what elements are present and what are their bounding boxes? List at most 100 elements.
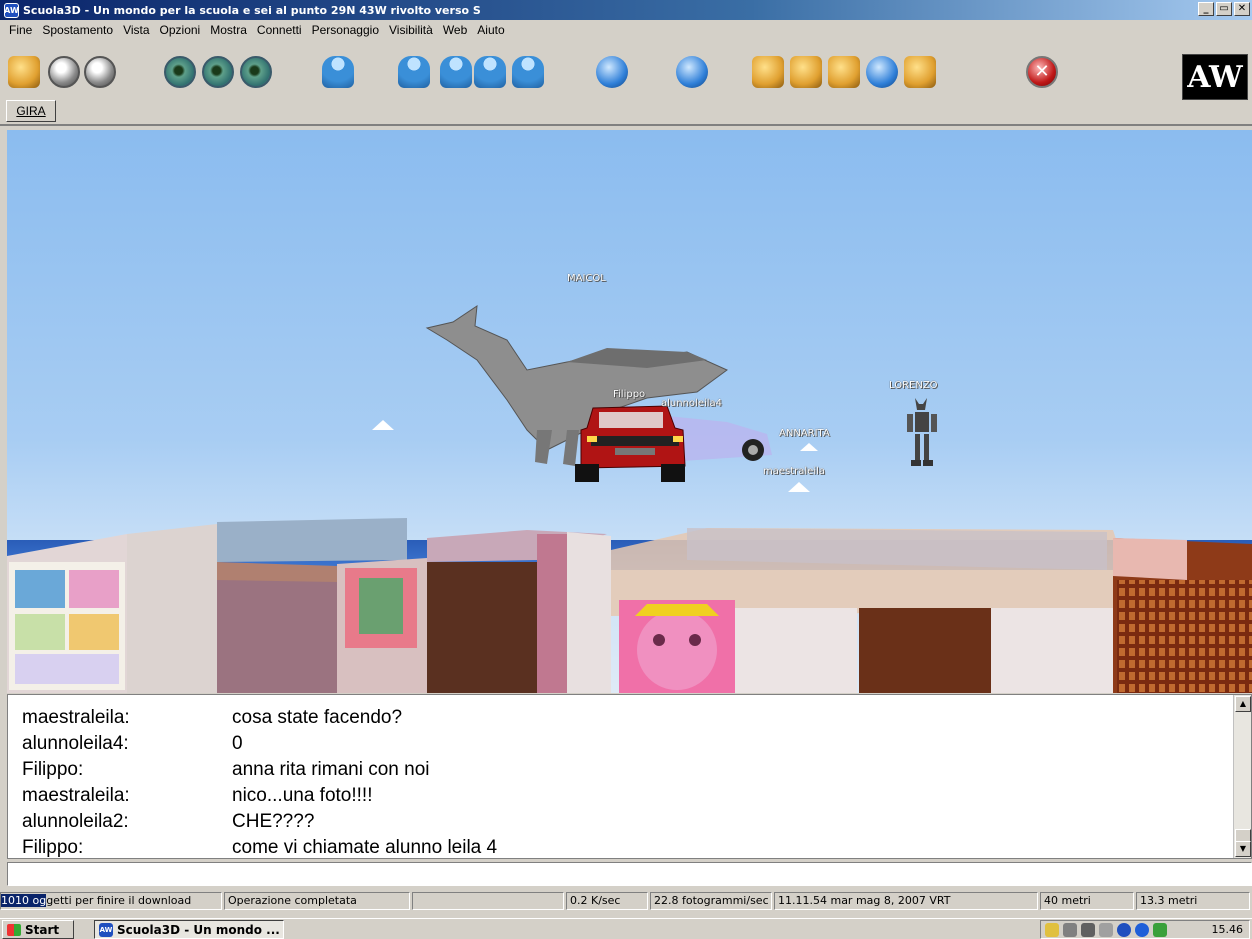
chat-input[interactable]: [7, 862, 1252, 886]
person-icon[interactable]: [398, 56, 430, 88]
status-distance: 40 metri: [1040, 892, 1134, 910]
menu-fine[interactable]: Fine: [4, 23, 37, 37]
home-icon[interactable]: [8, 56, 40, 88]
chat-message: maestraleila: cosa state facendo?: [22, 707, 402, 733]
avatar-label-lorenzo: LORENZO: [889, 380, 938, 391]
person-icon[interactable]: [474, 56, 506, 88]
chat-message: alunnoleila4: 0: [22, 733, 243, 759]
start-button[interactable]: Start: [2, 920, 74, 939]
status-operation: Operazione completata: [224, 892, 410, 910]
system-tray: 15.46: [1040, 920, 1250, 939]
view-eye-icon[interactable]: [202, 56, 234, 88]
activeworlds-logo: AW: [1182, 54, 1248, 100]
status-distance-2: 13.3 metri: [1136, 892, 1250, 910]
map-icon[interactable]: [828, 56, 860, 88]
status-speed: 0.2 K/sec: [566, 892, 648, 910]
menu-web[interactable]: Web: [438, 23, 472, 37]
chat-text: 0: [232, 733, 243, 754]
usb-icon[interactable]: [1099, 923, 1113, 937]
view-eye-icon[interactable]: [240, 56, 272, 88]
chat-log[interactable]: maestraleila: cosa state facendo? alunno…: [7, 694, 1252, 859]
person-eye-icon[interactable]: [440, 56, 472, 88]
clock: 15.46: [1211, 923, 1244, 936]
edit-icon[interactable]: [790, 56, 822, 88]
close-button[interactable]: ✕: [1234, 2, 1250, 16]
avatar-marker: [788, 482, 810, 492]
menu-connetti[interactable]: Connetti: [252, 23, 307, 37]
red-car: [575, 405, 686, 482]
display-icon[interactable]: [1081, 923, 1095, 937]
globe-icon[interactable]: [866, 56, 898, 88]
title-bar[interactable]: AW Scuola3D - Un mondo per la scuola e s…: [0, 0, 1252, 20]
status-empty: [412, 892, 564, 910]
start-label: Start: [25, 922, 60, 937]
app-icon: AW: [99, 922, 113, 937]
stop-icon[interactable]: [1026, 56, 1058, 88]
chat-username: Filippo:: [22, 837, 84, 858]
toolbar: AW GIRA: [0, 40, 1252, 126]
chat-icon[interactable]: [596, 56, 628, 88]
view-eye-icon[interactable]: [164, 56, 196, 88]
taskbar: Start AW Scuola3D - Un mondo ... 15.46: [0, 918, 1252, 939]
status-download: 1010 oggetti per finire il download: [0, 892, 222, 910]
menu-visibilita[interactable]: Visibilità: [384, 23, 438, 37]
tool-icon[interactable]: [752, 56, 784, 88]
menu-opzioni[interactable]: Opzioni: [155, 23, 206, 37]
chat-message: Filippo: come vi chiamate alunno leila 4: [22, 837, 498, 858]
chat-message: maestraleila: nico...una foto!!!!: [22, 785, 372, 811]
avatar-marker: [372, 420, 394, 430]
avatar-label-maicol: MAICOL: [567, 273, 606, 284]
chat-text: cosa state facendo?: [232, 707, 403, 728]
forward-nav-icon[interactable]: [84, 56, 116, 88]
browser-icon[interactable]: [676, 56, 708, 88]
menu-aiuto[interactable]: Aiuto: [472, 23, 509, 37]
info-icon[interactable]: [1135, 923, 1149, 937]
chat-username: Filippo:: [22, 759, 84, 780]
menu-bar: Fine Spostamento Vista Opzioni Mostra Co…: [0, 20, 1252, 40]
3d-viewport[interactable]: MAICOL Filippo alunnoleila4 LORENZO ANNA…: [7, 130, 1252, 693]
chat-text: anna rita rimani con noi: [232, 759, 430, 780]
window-title: Scuola3D - Un mondo per la scuola e sei …: [23, 3, 481, 17]
volume-icon[interactable]: [1045, 923, 1059, 937]
avatar-label-alunnoleila4: alunnoleila4: [661, 398, 723, 409]
windows-flag-icon: [7, 923, 21, 936]
chat-text: come vi chiamate alunno leila 4: [232, 837, 498, 858]
bluetooth-icon[interactable]: [1117, 923, 1131, 937]
scene-graphics: [7, 304, 1252, 693]
window-controls: _ ▭ ✕: [1198, 2, 1250, 16]
status-fps: 22.8 fotogrammi/sec: [650, 892, 772, 910]
avatar-icon[interactable]: [322, 56, 354, 88]
app-icon: AW: [4, 2, 19, 18]
back-nav-icon[interactable]: [48, 56, 80, 88]
minimize-button[interactable]: _: [1198, 2, 1214, 16]
avatar-label-filippo: Filippo: [613, 389, 646, 400]
menu-spostamento[interactable]: Spostamento: [37, 23, 118, 37]
status-download-rest: getti per finire il download: [46, 894, 192, 907]
buildings: [7, 518, 1252, 693]
people-icon[interactable]: [512, 56, 544, 88]
menu-mostra[interactable]: Mostra: [205, 23, 252, 37]
chat-scrollbar[interactable]: ▲ ▼: [1233, 695, 1251, 858]
gira-button[interactable]: GIRA: [6, 100, 56, 122]
taskbar-item-scuola3d[interactable]: AW Scuola3D - Un mondo ...: [94, 920, 284, 939]
menu-personaggio[interactable]: Personaggio: [307, 23, 384, 37]
avatar-marker: [800, 443, 818, 451]
menu-vista[interactable]: Vista: [118, 23, 154, 37]
chat-message: Filippo: anna rita rimani con noi: [22, 759, 430, 785]
avatar-label-annarita: ANNARITA: [779, 428, 830, 439]
chat-username: alunnoleila4:: [22, 733, 129, 754]
maximize-button[interactable]: ▭: [1216, 2, 1232, 16]
scroll-down-icon[interactable]: ▼: [1235, 841, 1251, 857]
scroll-up-icon[interactable]: ▲: [1235, 696, 1251, 712]
chat-text: CHE????: [232, 811, 315, 832]
network-icon[interactable]: [1063, 923, 1077, 937]
status-download-count: 1010 og: [1, 894, 47, 907]
taskbar-item-label: Scuola3D - Un mondo ...: [117, 922, 280, 937]
help-icon[interactable]: [904, 56, 936, 88]
messenger-icon[interactable]: [1153, 923, 1167, 937]
chat-username: maestraleila:: [22, 785, 130, 806]
chat-username: alunnoleila2:: [22, 811, 129, 832]
avatar-label-maestraleila: maestraleila: [763, 466, 826, 477]
status-datetime: 11.11.54 mar mag 8, 2007 VRT: [774, 892, 1038, 910]
chat-username: maestraleila:: [22, 707, 130, 728]
